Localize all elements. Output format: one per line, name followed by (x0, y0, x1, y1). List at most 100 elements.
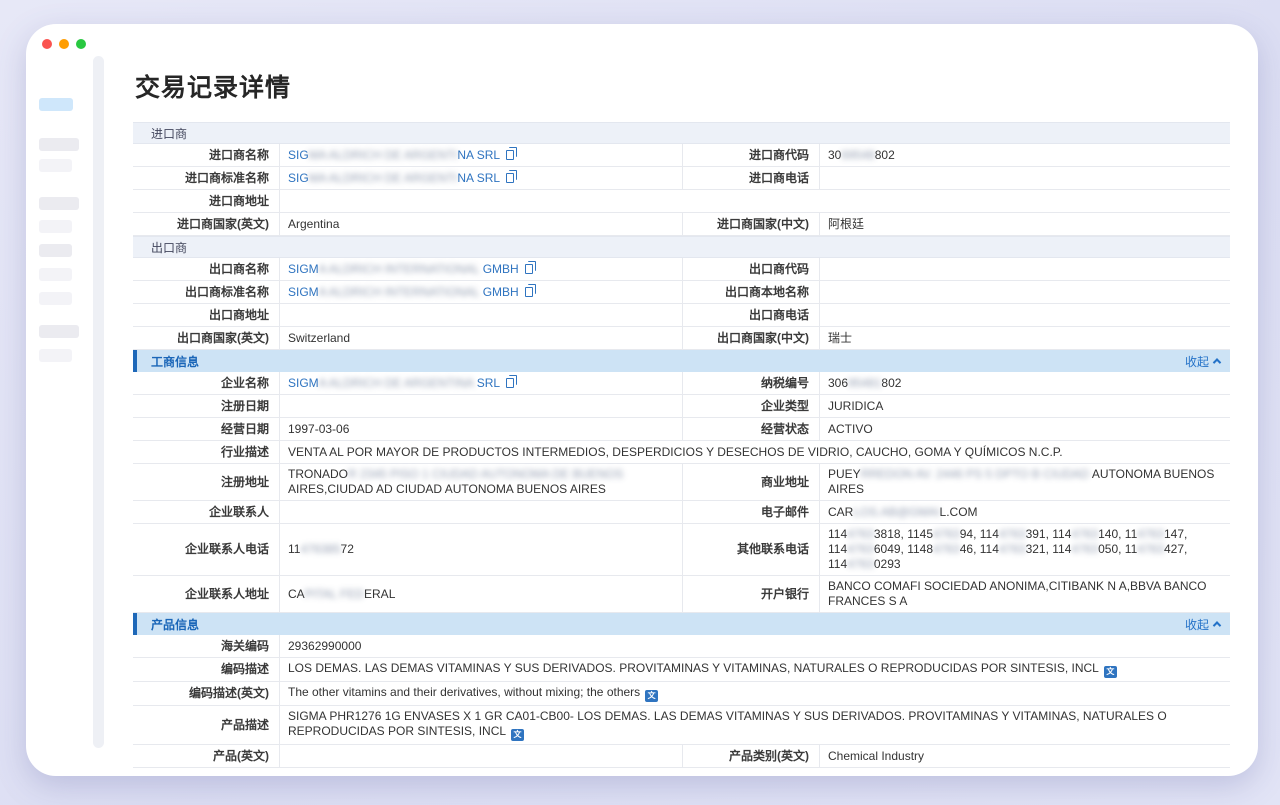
field-value[interactable]: SIGMA ALDRICH INTERNATIONAL GMBH (280, 281, 683, 303)
translate-icon[interactable] (1104, 666, 1117, 678)
field-value (280, 395, 683, 417)
field-value: 11447633818, 1145476394, 1144763391, 114… (820, 524, 1230, 575)
field-label: 进口商标准名称 (133, 167, 280, 189)
table-row: 出口商地址出口商电话 (133, 304, 1230, 327)
table-row: 进口商标准名称SIGMA ALDRICH DE ARGENTINA SRL进口商… (133, 167, 1230, 190)
section-title: 工商信息 (151, 353, 199, 370)
table-row: 海关编码29362990000 (133, 635, 1230, 658)
field-label: 编码描述 (133, 658, 280, 681)
field-value[interactable]: SIGMA ALDRICH DE ARGENTINA SRL (280, 372, 683, 394)
field-value[interactable]: SIGMA ALDRICH INTERNATIONAL GMBH (280, 258, 683, 280)
field-label: 编码描述(英文) (133, 682, 280, 705)
field-label: 出口商名称 (133, 258, 280, 280)
field-label: 行业描述 (133, 441, 280, 463)
translate-icon[interactable] (511, 729, 524, 741)
redacted-text: 4763 (999, 542, 1026, 556)
field-label: 进口商国家(中文) (683, 213, 820, 235)
field-label: 出口商地址 (133, 304, 280, 326)
redacted-text: 95481 (848, 376, 881, 390)
field-value: 1147638572 (280, 524, 683, 575)
translate-icon[interactable] (645, 690, 658, 702)
field-value[interactable]: SIGMA ALDRICH DE ARGENTINA SRL (280, 144, 683, 166)
table-row: 进口商名称SIGMA ALDRICH DE ARGENTINA SRL进口商代码… (133, 144, 1230, 167)
redacted-text: 4763 (933, 542, 960, 556)
field-label: 产品(英文) (133, 745, 280, 767)
redacted-text: RREDON AV. 2446 PS 5 DPTO B CIUDAD (861, 467, 1090, 481)
field-value: 阿根廷 (820, 213, 1230, 235)
table-row: 编码描述(英文)The other vitamins and their der… (133, 682, 1230, 706)
field-label: 经营状态 (683, 418, 820, 440)
table-row: 产品(英文)产品类别(英文)Chemical Industry (133, 745, 1230, 768)
field-value: BANCO COMAFI SOCIEDAD ANONIMA,CITIBANK N… (820, 576, 1230, 612)
field-label: 进口商地址 (133, 190, 280, 212)
sidebar-skeleton-item (39, 268, 72, 281)
field-value (820, 167, 1230, 189)
field-value: 3069548802 (820, 144, 1230, 166)
copy-icon[interactable] (506, 378, 514, 388)
chevron-up-icon (1213, 621, 1221, 629)
redacted-text: 476385 (300, 542, 340, 556)
field-value: SIGMA PHR1276 1G ENVASES X 1 GR CA01-CB0… (280, 706, 1230, 744)
table-row: 出口商标准名称SIGMA ALDRICH INTERNATIONAL GMBH出… (133, 281, 1230, 304)
redacted-text: A ALDRICH INTERNATIONAL (319, 262, 480, 276)
redacted-text: PITAL FED (305, 587, 364, 601)
field-label: 注册地址 (133, 464, 280, 500)
copy-icon[interactable] (525, 287, 533, 297)
field-value: 1997-03-06 (280, 418, 683, 440)
field-value: 29362990000 (280, 635, 1230, 657)
field-value: Switzerland (280, 327, 683, 349)
field-label: 开户银行 (683, 576, 820, 612)
field-value: CAPITAL FEDERAL (280, 576, 683, 612)
field-label: 出口商国家(中文) (683, 327, 820, 349)
table-row: 经营日期1997-03-06经营状态ACTIVO (133, 418, 1230, 441)
table-row: 注册日期企业类型JURIDICA (133, 395, 1230, 418)
collapse-button[interactable]: 收起 (1185, 353, 1220, 370)
table-row: 注册地址TRONADOR 2345 PISO 1 CIUDAD AUTONOMA… (133, 464, 1230, 501)
field-value: PUEYRREDON AV. 2446 PS 5 DPTO B CIUDAD A… (820, 464, 1230, 500)
redacted-text: 4763 (933, 527, 960, 541)
redacted-text: R 2345 PISO 1 CIUDAD AUTONOMA DE BUENOS (348, 467, 623, 481)
table-row: 企业联系人电话1147638572其他联系电话11447633818, 1145… (133, 524, 1230, 576)
field-label: 产品描述 (133, 706, 280, 744)
copy-icon[interactable] (506, 150, 514, 160)
field-value[interactable]: SIGMA ALDRICH DE ARGENTINA SRL (280, 167, 683, 189)
redacted-text: MA ALDRICH DE ARGENTI (309, 171, 458, 185)
field-value: CARLOS.AB@GMAIL.COM (820, 501, 1230, 523)
section-title: 出口商 (151, 239, 187, 256)
field-label: 进口商国家(英文) (133, 213, 280, 235)
field-value: 瑞士 (820, 327, 1230, 349)
sidebar-skeleton-item (39, 349, 72, 362)
sidebar-skeleton-item (39, 325, 79, 338)
field-label: 电子邮件 (683, 501, 820, 523)
field-label: 企业联系人地址 (133, 576, 280, 612)
collapse-label: 收起 (1185, 353, 1209, 370)
field-value: Chemical Industry (820, 745, 1230, 767)
field-label: 出口商本地名称 (683, 281, 820, 303)
field-label: 出口商标准名称 (133, 281, 280, 303)
scrollbar[interactable] (93, 56, 104, 748)
copy-icon[interactable] (525, 264, 533, 274)
section-header: 产品信息 收起 (133, 613, 1230, 635)
sidebar-skeleton-item (39, 244, 72, 257)
field-label: 出口商代码 (683, 258, 820, 280)
page-title: 交易记录详情 (135, 68, 1230, 104)
section-title: 产品信息 (151, 616, 199, 633)
redacted-text: 69548 (841, 148, 874, 162)
field-label: 经营日期 (133, 418, 280, 440)
field-label: 企业联系人 (133, 501, 280, 523)
redacted-text: 4763 (1137, 542, 1164, 556)
table-row: 编码描述LOS DEMAS. LAS DEMAS VITAMINAS Y SUS… (133, 658, 1230, 682)
field-label: 企业联系人电话 (133, 524, 280, 575)
redacted-text: MA ALDRICH DE ARGENTI (309, 148, 458, 162)
field-label: 注册日期 (133, 395, 280, 417)
collapse-button[interactable]: 收起 (1185, 616, 1220, 633)
redacted-text: 4763 (1071, 527, 1098, 541)
field-value: LOS DEMAS. LAS DEMAS VITAMINAS Y SUS DER… (280, 658, 1230, 681)
field-value (820, 304, 1230, 326)
field-label: 海关编码 (133, 635, 280, 657)
copy-icon[interactable] (506, 173, 514, 183)
field-value: 30695481802 (820, 372, 1230, 394)
sidebar-item-active[interactable] (39, 98, 73, 111)
field-value (820, 281, 1230, 303)
sidebar-skeleton-item (39, 138, 79, 151)
